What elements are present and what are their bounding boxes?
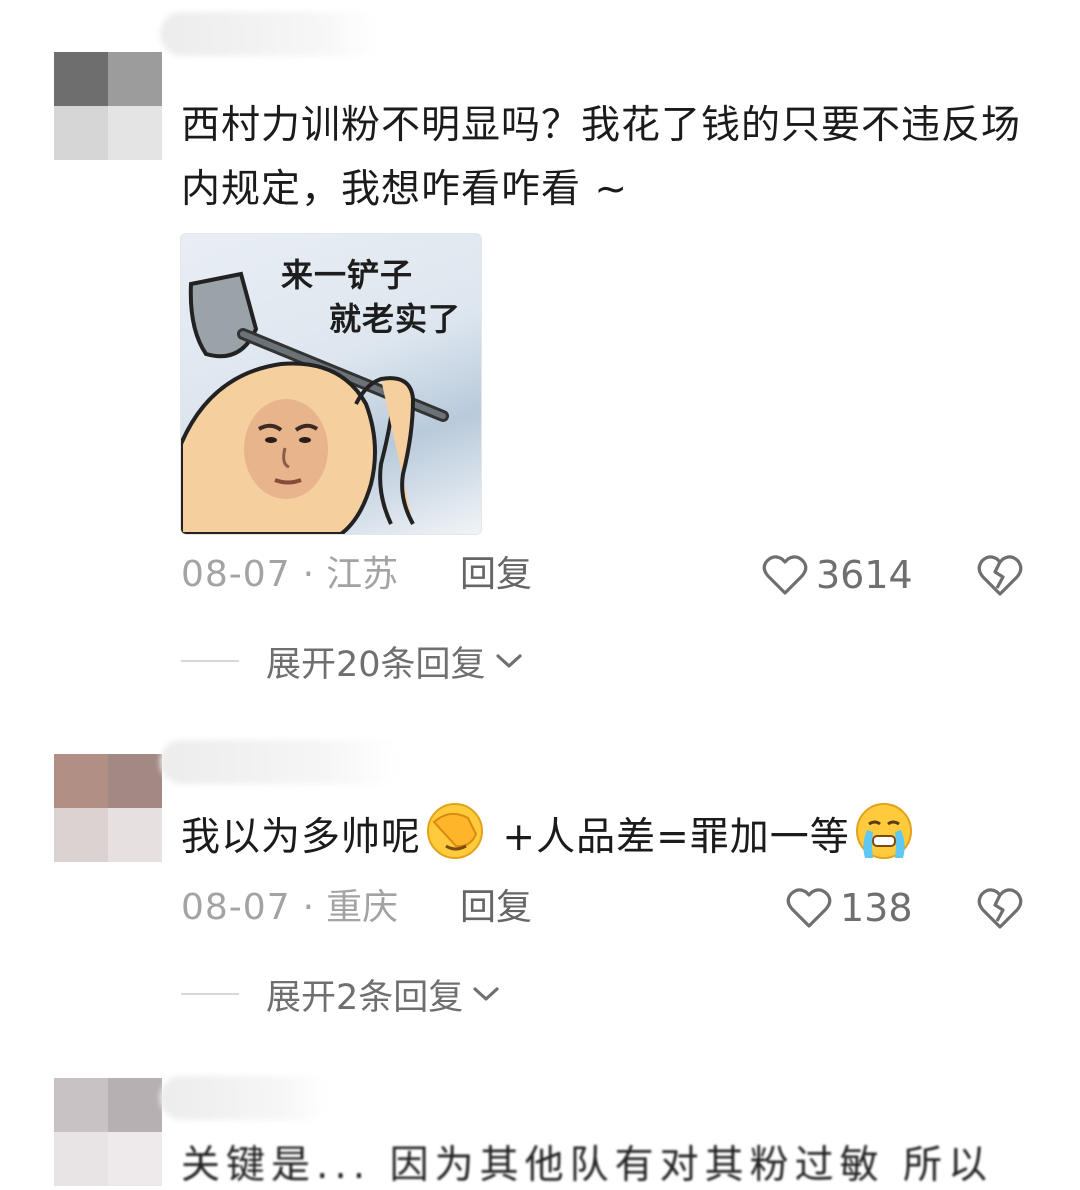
comment-text-part: 我以为多帅呢 <box>181 815 422 860</box>
like-count: 138 <box>840 886 913 930</box>
sticker-caption-line1: 来一铲子 <box>281 256 414 294</box>
avatar[interactable] <box>54 52 162 160</box>
face-with-hand-over-eyes-emoji <box>427 803 484 859</box>
avatar[interactable] <box>54 754 162 862</box>
like-count: 3614 <box>816 553 913 597</box>
comment-meta: 08-07 · 江苏 回复 <box>181 550 581 600</box>
comment-item: 我以为多帅呢 +人品差=罪加一等 08-07 · 重庆 回复 138 展开2条回… <box>0 700 1080 1030</box>
like-button[interactable]: 3614 <box>762 550 913 600</box>
expand-replies-button[interactable]: 展开20条回复 <box>181 636 524 686</box>
comment-date: 08-07 <box>181 554 291 595</box>
meta-separator: · <box>302 554 315 595</box>
broken-heart-icon[interactable] <box>976 552 1024 598</box>
avatar[interactable] <box>54 1078 162 1186</box>
comment-text: 我以为多帅呢 +人品差=罪加一等 <box>181 800 1041 870</box>
expand-replies-button[interactable]: 展开2条回复 <box>181 969 501 1019</box>
sticker-caption-line2: 就老实了 <box>329 300 462 338</box>
comment-text: 西村力训粉不明显吗？我花了钱的只要不违反场内规定，我想咋看咋看 ~ <box>181 103 1022 212</box>
comment-location: 江苏 <box>326 554 399 595</box>
comment-date: 08-07 <box>181 887 291 928</box>
divider-line <box>181 660 239 662</box>
divider-line <box>181 993 239 995</box>
chevron-down-icon <box>473 987 499 1001</box>
expand-replies-label: 展开20条回复 <box>266 644 486 685</box>
comment-sticker-image[interactable]: 来一铲子 就老实了 <box>180 233 482 535</box>
comment-location: 重庆 <box>326 887 399 928</box>
username-blurred[interactable] <box>160 12 380 56</box>
reply-button[interactable]: 回复 <box>460 883 532 933</box>
reply-button[interactable]: 回复 <box>460 550 532 600</box>
comment-text-partial: 关键是... 因为其他队有对其粉过敏 所以 <box>181 1143 993 1188</box>
heart-outline-icon <box>762 555 808 595</box>
like-button[interactable]: 138 <box>786 883 913 933</box>
expand-replies-label: 展开2条回复 <box>266 977 464 1018</box>
heart-outline-icon <box>786 888 832 928</box>
chevron-down-icon <box>495 654 522 668</box>
comment-meta: 08-07 · 重庆 回复 <box>181 883 581 933</box>
crying-face-emoji <box>855 803 912 859</box>
meta-separator: · <box>302 887 315 928</box>
broken-heart-icon[interactable] <box>976 885 1024 931</box>
comment-item: 西村力训粉不明显吗？我花了钱的只要不违反场内规定，我想咋看咋看 ~ 来一铲子 就… <box>0 0 1080 700</box>
comment-text-part: +人品差=罪加一等 <box>489 815 850 860</box>
username-blurred[interactable] <box>160 1076 330 1120</box>
username-blurred[interactable] <box>160 740 400 784</box>
